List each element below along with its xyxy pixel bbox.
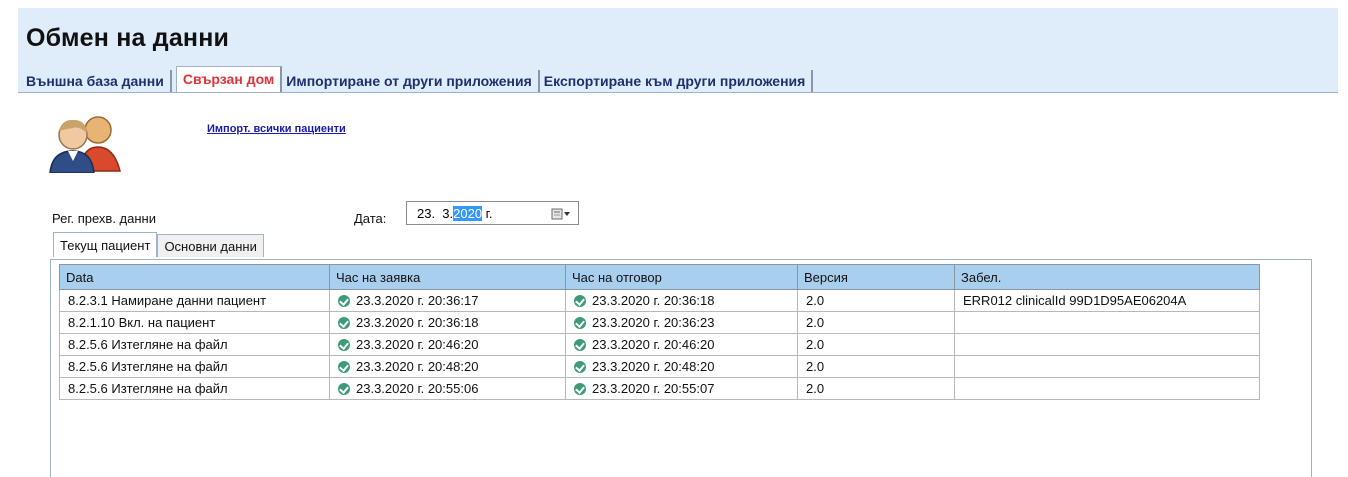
table-row[interactable]: 8.2.5.6 Изтегляне на файл 23.3.2020 г. 2…: [59, 355, 1260, 378]
cell-note: [954, 311, 1260, 334]
cell-response-time: 23.3.2020 г. 20:48:20: [565, 355, 798, 378]
request-time-text: 23.3.2020 г. 20:48:20: [356, 359, 479, 374]
tab-export-to-apps[interactable]: Експортиране към други приложения: [540, 70, 814, 92]
transfers-table-frame: Data Час на заявка Час на отговор Версия…: [50, 259, 1312, 477]
users-icon: [49, 116, 121, 173]
response-time-text: 23.3.2020 г. 20:55:07: [592, 381, 715, 396]
cell-data: 8.2.3.1 Намиране данни пациент: [59, 289, 330, 312]
cell-note: [954, 377, 1260, 400]
check-circle-icon: [338, 295, 350, 307]
tab-external-database[interactable]: Външна база данни: [22, 70, 172, 92]
response-time-text: 23.3.2020 г. 20:48:20: [592, 359, 715, 374]
request-time-text: 23.3.2020 г. 20:36:18: [356, 315, 479, 330]
date-label: Дата:: [354, 211, 387, 226]
tab-import-from-apps[interactable]: Импортиране от други приложения: [282, 70, 540, 92]
date-suffix: г.: [482, 206, 493, 221]
cell-request-time: 23.3.2020 г. 20:36:17: [329, 289, 566, 312]
table-row[interactable]: 8.2.5.6 Изтегляне на файл 23.3.2020 г. 2…: [59, 377, 1260, 400]
check-circle-icon: [574, 317, 586, 329]
page-title: Обмен на данни: [26, 24, 230, 52]
check-circle-icon: [574, 339, 586, 351]
tab-current-patient[interactable]: Текущ пациент: [53, 232, 158, 257]
column-header-data[interactable]: Data: [59, 264, 330, 290]
main-tabs: Външна база данни Свързан дом Импортиран…: [22, 66, 814, 92]
cell-request-time: 23.3.2020 г. 20:55:06: [329, 377, 566, 400]
cell-request-time: 23.3.2020 г. 20:46:20: [329, 333, 566, 356]
cell-note: ERR012 clinicalId 99D1D95AE06204A: [954, 289, 1260, 312]
table-row[interactable]: 8.2.5.6 Изтегляне на файл 23.3.2020 г. 2…: [59, 333, 1260, 356]
data-exchange-page: Обмен на данни Външна база данни Свързан…: [18, 8, 1338, 477]
request-time-text: 23.3.2020 г. 20:36:17: [356, 293, 479, 308]
cell-data: 8.2.5.6 Изтегляне на файл: [59, 377, 330, 400]
cell-response-time: 23.3.2020 г. 20:55:07: [565, 377, 798, 400]
cell-response-time: 23.3.2020 г. 20:46:20: [565, 333, 798, 356]
check-circle-icon: [574, 383, 586, 395]
cell-version: 2.0: [797, 333, 955, 356]
check-circle-icon: [338, 361, 350, 373]
date-year-selected: 2020: [453, 206, 483, 221]
check-circle-icon: [574, 361, 586, 373]
cell-data: 8.2.5.6 Изтегляне на файл: [59, 355, 330, 378]
date-picker[interactable]: 23. 3.2020 г.: [406, 201, 579, 225]
cell-note: [954, 333, 1260, 356]
check-circle-icon: [338, 383, 350, 395]
response-time-text: 23.3.2020 г. 20:36:18: [592, 293, 715, 308]
sub-tabs: Текущ пациент Основни данни: [53, 232, 264, 257]
transfers-table: Data Час на заявка Час на отговор Версия…: [59, 264, 1260, 400]
check-circle-icon: [338, 339, 350, 351]
tab-master-data[interactable]: Основни данни: [157, 234, 264, 257]
cell-data: 8.2.1.10 Вкл. на пациент: [59, 311, 330, 334]
check-circle-icon: [338, 317, 350, 329]
table-row[interactable]: 8.2.3.1 Намиране данни пациент 23.3.2020…: [59, 289, 1260, 312]
tab-connected-home[interactable]: Свързан дом: [175, 66, 283, 92]
import-all-patients-link[interactable]: Импорт. всички пациенти: [207, 123, 346, 135]
transferred-data-label: Рег. прехв. данни: [52, 211, 156, 226]
request-time-text: 23.3.2020 г. 20:55:06: [356, 381, 479, 396]
column-header-version[interactable]: Версия: [797, 264, 955, 290]
response-time-text: 23.3.2020 г. 20:46:20: [592, 337, 715, 352]
date-value[interactable]: 23. 3.2020 г.: [417, 206, 492, 221]
cell-response-time: 23.3.2020 г. 20:36:23: [565, 311, 798, 334]
cell-version: 2.0: [797, 289, 955, 312]
cell-data: 8.2.5.6 Изтегляне на файл: [59, 333, 330, 356]
request-time-text: 23.3.2020 г. 20:46:20: [356, 337, 479, 352]
cell-version: 2.0: [797, 311, 955, 334]
check-circle-icon: [574, 295, 586, 307]
cell-version: 2.0: [797, 355, 955, 378]
column-header-response-time[interactable]: Час на отговор: [565, 264, 798, 290]
cell-response-time: 23.3.2020 г. 20:36:18: [565, 289, 798, 312]
cell-request-time: 23.3.2020 г. 20:36:18: [329, 311, 566, 334]
date-day-month: 23. 3.: [417, 206, 454, 221]
column-header-request-time[interactable]: Час на заявка: [329, 264, 566, 290]
table-row[interactable]: 8.2.1.10 Вкл. на пациент 23.3.2020 г. 20…: [59, 311, 1260, 334]
cell-request-time: 23.3.2020 г. 20:48:20: [329, 355, 566, 378]
cell-version: 2.0: [797, 377, 955, 400]
table-header-row: Data Час на заявка Час на отговор Версия…: [59, 264, 1260, 290]
tab-panel: Импорт. всички пациенти Рег. прехв. данн…: [18, 92, 1338, 477]
response-time-text: 23.3.2020 г. 20:36:23: [592, 315, 715, 330]
calendar-dropdown-icon[interactable]: [550, 206, 572, 222]
column-header-note[interactable]: Забел.: [954, 264, 1260, 290]
cell-note: [954, 355, 1260, 378]
